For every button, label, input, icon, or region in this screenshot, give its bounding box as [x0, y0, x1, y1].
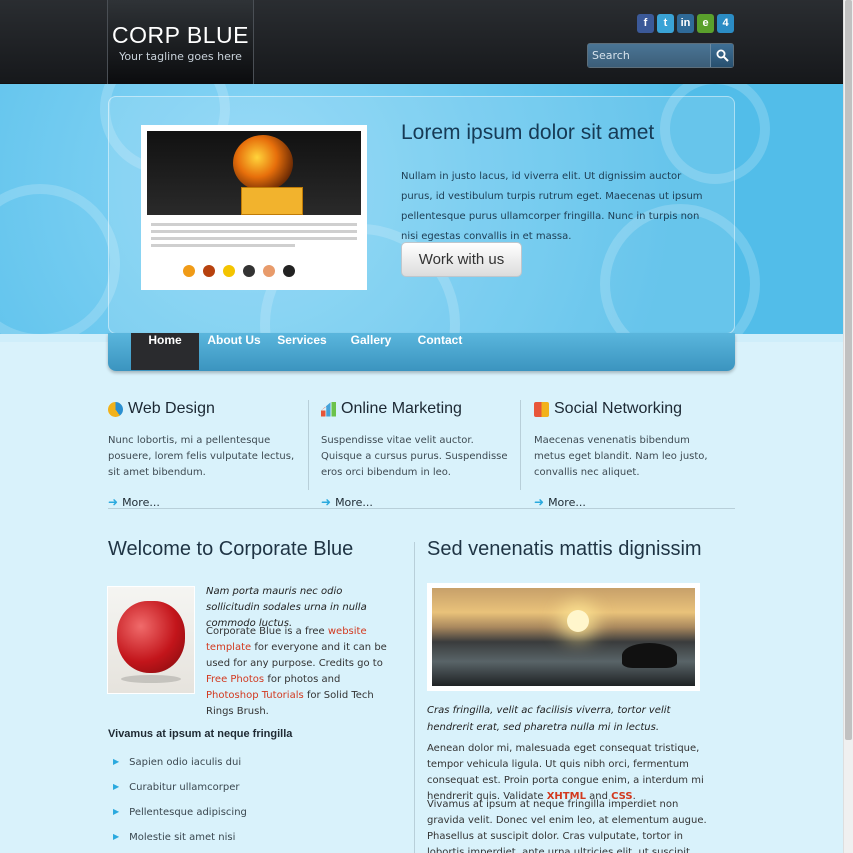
list-item-label: Sapien odio iaculis dui: [129, 757, 242, 768]
hero-screenshot-image: [141, 125, 367, 290]
site-logo[interactable]: CORP BLUE Your tagline goes here: [107, 0, 254, 84]
sunset-image: [427, 583, 700, 691]
linkedin-icon[interactable]: in: [677, 14, 694, 33]
logo-tagline: Your tagline goes here: [119, 50, 242, 63]
welcome-title: Welcome to Corporate Blue: [108, 538, 354, 560]
nav-home[interactable]: Home: [131, 333, 199, 370]
right-paragraph-2: Vivamus at ipsum at neque fringilla impe…: [427, 799, 707, 853]
logo-title: CORP BLUE: [111, 22, 249, 48]
nav-services[interactable]: Services: [270, 333, 334, 370]
web-design-icon: [108, 401, 123, 417]
list-heading: Vivamus at ipsum at neque fringilla: [108, 728, 293, 740]
more-label: More...: [122, 495, 160, 509]
right-paragraph-1: Aenean dolor mi, malesuada eget consequa…: [427, 741, 707, 805]
hero-title: Lorem ipsum dolor sit amet: [401, 121, 655, 144]
bullet-icon: ▶: [113, 832, 120, 841]
bullet-list: ▶ Sapien odio iaculis dui ▶ Curabitur ulla…: [113, 757, 247, 853]
intro-text: Corporate Blue is a free website templat…: [206, 624, 391, 720]
foursquare-icon[interactable]: 4: [717, 14, 734, 33]
nav-gallery[interactable]: Gallery: [337, 333, 405, 370]
search-box: [587, 43, 734, 68]
list-item: ▶ Curabitur ullamcorper: [113, 782, 247, 807]
more-link[interactable]: ➜ More...: [108, 495, 303, 509]
text: for photos and: [264, 674, 341, 685]
search-input[interactable]: [588, 44, 710, 67]
search-icon: [716, 49, 729, 62]
arrow-right-icon: ➜: [108, 495, 119, 509]
list-item: ▶ Pellentesque adipiscing: [113, 807, 247, 832]
bullet-icon: ▶: [113, 807, 120, 816]
bullet-icon: ▶: [113, 757, 120, 766]
divider: [520, 400, 521, 490]
list-item-label: Pellentesque adipiscing: [129, 807, 247, 818]
more-link[interactable]: ➜ More...: [534, 495, 729, 509]
nav-contact[interactable]: Contact: [408, 333, 472, 370]
more-label: More...: [335, 495, 373, 509]
feature-title: Social Networking: [554, 400, 683, 417]
apple-image: [107, 586, 195, 694]
feature-text: Nunc lobortis, mi a pellentesque posuere…: [108, 435, 295, 478]
feature-online-marketing: Online Marketing Suspendisse vitae velit…: [321, 398, 516, 509]
more-link[interactable]: ➜ More...: [321, 495, 516, 509]
bullet-icon: ▶: [113, 782, 120, 791]
right-column-title: Sed venenatis mattis dignissim: [427, 538, 702, 560]
top-header: CORP BLUE Your tagline goes here f t in …: [0, 0, 843, 84]
divider: [308, 400, 309, 490]
feature-text: Suspendisse vitae velit auctor. Quisque …: [321, 435, 508, 478]
column-divider: [414, 542, 415, 853]
feature-title: Web Design: [128, 400, 215, 417]
scrollbar-thumb[interactable]: [845, 0, 852, 740]
list-item-label: Molestie sit amet nisi: [129, 832, 236, 843]
feature-title: Online Marketing: [341, 400, 462, 417]
feature-text: Maecenas venenatis bibendum metus eget b…: [534, 435, 708, 478]
social-network-icon: [534, 401, 549, 417]
work-with-us-button[interactable]: Work with us: [401, 242, 522, 277]
photoshop-tutorials-link[interactable]: Photoshop Tutorials: [206, 690, 304, 701]
nav-about-us[interactable]: About Us: [201, 333, 267, 370]
feature-social-networking: Social Networking Maecenas venenatis bib…: [534, 398, 729, 509]
list-item: ▶ Sapien odio iaculis dui: [113, 757, 247, 782]
free-photos-link[interactable]: Free Photos: [206, 674, 264, 685]
hero-text: Nullam in justo lacus, id viverra elit. …: [401, 171, 703, 242]
main-nav: Home About Us Services Gallery Contact: [108, 333, 735, 371]
list-item: ▶ Molestie sit amet nisi: [113, 832, 247, 853]
feature-web-design: Web Design Nunc lobortis, mi a pellentes…: [108, 398, 303, 509]
section-divider: [108, 508, 735, 509]
arrow-right-icon: ➜: [534, 495, 545, 509]
evernote-icon[interactable]: e: [697, 14, 714, 33]
bar-chart-icon: [321, 401, 336, 417]
twitter-icon[interactable]: t: [657, 14, 674, 33]
facebook-icon[interactable]: f: [637, 14, 654, 33]
right-italic: Cras fringilla, velit ac facilisis viver…: [427, 705, 671, 733]
list-item-label: Curabitur ullamcorper: [129, 782, 240, 793]
arrow-right-icon: ➜: [321, 495, 332, 509]
social-links: f t in e 4: [637, 14, 734, 33]
text: Corporate Blue is a free: [206, 626, 328, 637]
more-label: More...: [548, 495, 586, 509]
search-button[interactable]: [710, 44, 733, 67]
